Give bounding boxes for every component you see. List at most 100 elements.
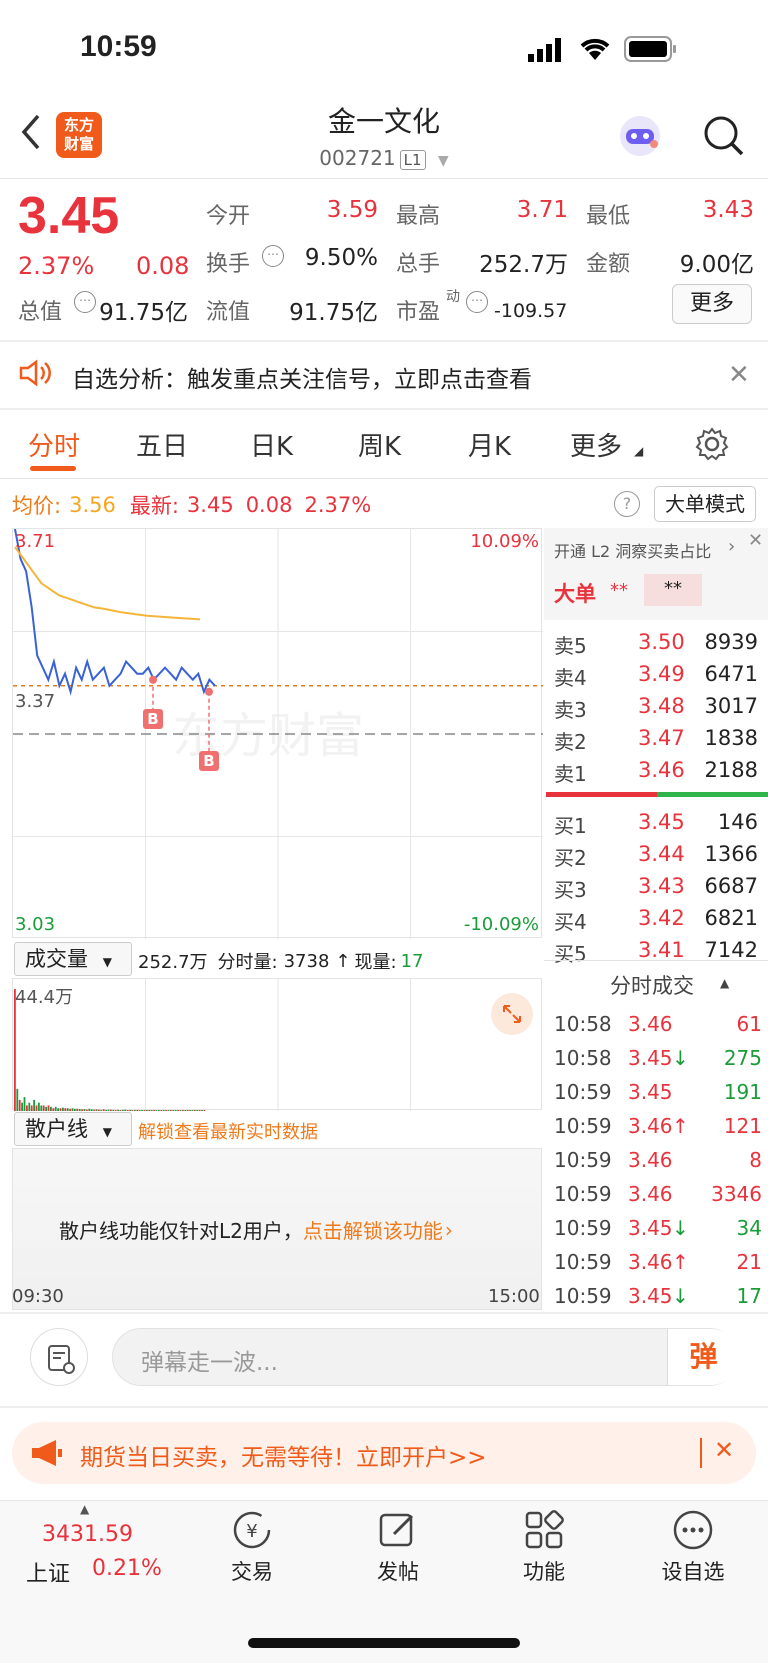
retail-cta[interactable]: 点击解锁该功能: [303, 1215, 443, 1244]
retail-selector[interactable]: 散户线 ▼: [14, 1112, 132, 1146]
send-danmaku-button[interactable]: 弹: [667, 1329, 739, 1385]
field-value: 9.50%: [304, 245, 378, 271]
volume-selector[interactable]: 成交量 ▼: [14, 942, 132, 976]
volume-max-label: 44.4万: [15, 987, 74, 1008]
tab-more[interactable]: 更多: [570, 426, 622, 463]
tick-time: 10:59: [554, 1148, 612, 1172]
volume-bar: [203, 1110, 206, 1111]
caret-up-icon: ▲: [80, 1502, 90, 1516]
chevron-down-icon: ▼: [102, 1125, 112, 1139]
volume-bar: [33, 1099, 35, 1111]
search-icon[interactable]: [702, 114, 746, 162]
volume-bar: [105, 1109, 107, 1111]
marker-dot: [149, 675, 157, 684]
tick-volume: 34: [736, 1216, 762, 1240]
notice-text: 触发重点关注信号，立即点击查看: [187, 367, 532, 393]
book-volume: 6821: [704, 906, 758, 930]
current-price: 3.45: [18, 187, 120, 245]
y-ref-label: 3.37: [15, 691, 56, 712]
field-label: 市盈: [396, 300, 441, 325]
volume-total: 252.7万: [138, 952, 208, 973]
volume-bar: [143, 1110, 146, 1111]
more-button[interactable]: 更多: [672, 284, 752, 324]
tick-price: 3.46: [628, 1012, 673, 1036]
volume-bar: [129, 1109, 131, 1111]
latest-label: 最新:: [129, 494, 179, 518]
speaker-icon: [18, 358, 52, 392]
gear-icon[interactable]: [694, 426, 730, 466]
field-label: 金额: [586, 252, 631, 277]
help-icon[interactable]: ?: [614, 491, 640, 517]
tick-price: 3.46: [628, 1114, 673, 1138]
retail-message: 散户线功能仅针对L2用户，: [59, 1219, 303, 1243]
order-book: 开通 L2 洞察买卖占比 › ✕ 大单 ** ** 卖5 3.50 8939 卖4 3.…: [544, 528, 768, 1308]
tab-weekly-k[interactable]: 周K: [358, 426, 401, 463]
buy-marker[interactable]: B: [199, 751, 219, 771]
volume-bar: [117, 1109, 119, 1111]
info-icon[interactable]: ⋯: [74, 291, 96, 313]
info-icon[interactable]: ⋯: [262, 245, 284, 267]
field-value: 252.7万: [479, 252, 568, 278]
ad-text[interactable]: 期货当日买卖，无需等待！立即开户>>: [80, 1438, 487, 1472]
chevron-down-icon[interactable]: ▼: [438, 153, 449, 169]
volume-now-label: ↑: [335, 950, 351, 972]
volume-bar: [114, 1110, 117, 1111]
volume-bar: [21, 1102, 23, 1111]
index-name[interactable]: 上证: [26, 1556, 70, 1588]
volume-bar: [138, 1110, 141, 1111]
volume-bar: [66, 1108, 69, 1111]
nav-functions[interactable]: 功能: [504, 1508, 584, 1586]
big-order-mode-button[interactable]: 大单模式: [654, 486, 756, 522]
divider: [544, 960, 768, 961]
field-value: 91.75亿: [99, 300, 188, 326]
tick-time: 10:59: [554, 1182, 612, 1206]
volume-bar: [102, 1109, 105, 1111]
retail-panel[interactable]: 散户线功能仅针对L2用户， 点击解锁该功能 ›: [12, 1148, 542, 1310]
stock-code: 002721: [319, 146, 396, 170]
price-chart[interactable]: 东方财富 3.71 10.09% 3.37 3.03 -10.09% B B: [12, 528, 543, 939]
tick-time: 10:59: [554, 1216, 612, 1240]
close-icon[interactable]: ✕: [714, 1436, 734, 1464]
volume-bar: [172, 1110, 175, 1111]
nav-watchlist[interactable]: 设自选: [648, 1508, 738, 1586]
comment-input[interactable]: 弹幕走一波... 弹: [112, 1328, 739, 1386]
tick-price: 3.45: [628, 1216, 673, 1240]
close-icon[interactable]: ✕: [728, 360, 750, 390]
notice-label: 自选分析：: [72, 367, 187, 393]
tab-monthly-k[interactable]: 月K: [468, 426, 511, 463]
notice-banner[interactable]: 自选分析： 触发重点关注信号，立即点击查看: [72, 360, 532, 394]
l2-banner-text[interactable]: 开通 L2 洞察买卖占比: [554, 538, 711, 562]
volume-bar: [155, 1110, 158, 1111]
chart-header: 均价: 3.56 最新: 3.45 0.08 2.37%: [12, 490, 371, 520]
close-icon[interactable]: ✕: [748, 530, 763, 551]
retail-unlock-link[interactable]: 解锁查看最新实时数据: [138, 1118, 318, 1144]
buy-marker[interactable]: B: [143, 709, 163, 729]
field-label: 今开: [206, 204, 251, 229]
ratio-bar: [546, 792, 768, 797]
volume-chart[interactable]: 44.4万: [12, 978, 542, 1111]
robot-assistant-icon[interactable]: [616, 112, 664, 164]
index-value[interactable]: 3431.59: [42, 1522, 133, 1547]
info-icon[interactable]: ⋯: [466, 291, 488, 313]
nav-trade[interactable]: ¥ 交易: [212, 1508, 292, 1586]
field-label: 换手: [206, 252, 251, 277]
latest-price: 3.45: [186, 493, 234, 517]
tick-time: 10:59: [554, 1250, 612, 1274]
notes-icon[interactable]: [30, 1328, 88, 1386]
book-label: 买4: [554, 910, 587, 934]
tab-intraday[interactable]: 分时: [28, 426, 80, 463]
volume-bar: [38, 1102, 40, 1111]
caret-up-icon: ▲: [720, 976, 730, 990]
tab-daily-k[interactable]: 日K: [250, 426, 293, 463]
index-pct[interactable]: 0.21%: [92, 1556, 162, 1581]
tab-five-day[interactable]: 五日: [136, 426, 188, 463]
nav-post[interactable]: 发帖: [358, 1508, 438, 1586]
volume-bar: [110, 1109, 112, 1111]
expand-icon[interactable]: [491, 993, 533, 1035]
chevron-right-icon: ›: [444, 1217, 453, 1242]
avg-label: 均价:: [12, 494, 62, 518]
latest-change: 0.08: [245, 493, 293, 517]
volume-bar: [16, 1088, 19, 1111]
avg-price-series-line: [14, 546, 201, 621]
ad-banner[interactable]: 期货当日买卖，无需等待！立即开户>> ✕: [12, 1422, 756, 1484]
